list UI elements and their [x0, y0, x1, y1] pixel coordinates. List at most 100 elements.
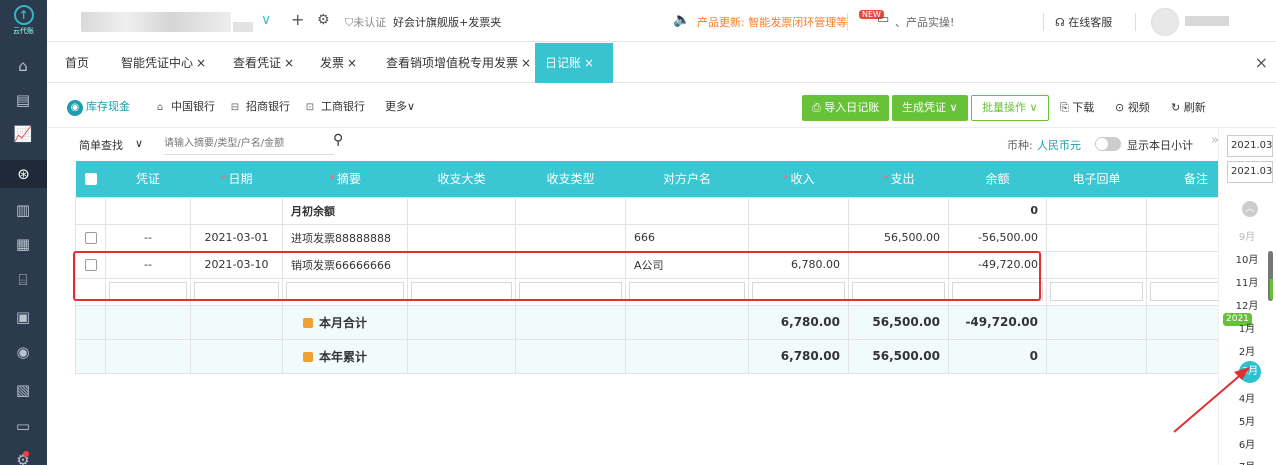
- user-name-blurred[interactable]: [1185, 16, 1229, 26]
- practice-link[interactable]: 、产品实操!: [895, 14, 954, 30]
- cell-receipt[interactable]: [1046, 250, 1147, 279]
- invoice-icon[interactable]: ▥: [11, 198, 35, 222]
- table-row[interactable]: -- 2021-03-01 进项发票88888888 666 56,500.00…: [75, 223, 1218, 252]
- sum-icon: [303, 318, 313, 328]
- month-item[interactable]: 10月: [1229, 251, 1265, 266]
- refresh-icon: ↻: [1171, 101, 1184, 114]
- report-chart-icon[interactable]: 📈: [11, 122, 35, 146]
- app-logo[interactable]: ↑ 云代账: [5, 5, 42, 39]
- download-button[interactable]: ⎘ 下载: [1060, 95, 1094, 121]
- account-cmb[interactable]: ⊟ 招商银行: [227, 95, 290, 119]
- account-icbc[interactable]: ⊡ 工商银行: [302, 95, 365, 119]
- tab-home[interactable]: 首页: [59, 43, 95, 83]
- logo-text: 云代账: [13, 27, 34, 35]
- cash-journal-icon[interactable]: ⊛: [0, 160, 47, 188]
- col-voucher: 凭证: [105, 161, 191, 197]
- unverified-label[interactable]: ⛉未认证: [345, 14, 386, 30]
- inbox-icon[interactable]: ▭: [11, 414, 35, 438]
- account-bank-of-china[interactable]: ⌂ 中国银行: [152, 95, 215, 119]
- cell-category[interactable]: [407, 223, 516, 252]
- cell-remark[interactable]: [1146, 223, 1218, 252]
- video-icon[interactable]: ▭: [877, 12, 889, 27]
- search-input[interactable]: [164, 133, 334, 155]
- chevron-down-icon[interactable]: ∨: [135, 137, 143, 150]
- refresh-button[interactable]: ↻ 刷新: [1171, 95, 1206, 121]
- row-checkbox[interactable]: [75, 223, 106, 252]
- avatar[interactable]: [1151, 8, 1179, 36]
- import-journal-button[interactable]: ⎙ 导入日记账: [802, 95, 890, 121]
- close-icon[interactable]: ×: [347, 56, 357, 70]
- tab-journal[interactable]: 日记账 ×: [535, 43, 613, 83]
- close-icon[interactable]: ×: [521, 56, 531, 70]
- close-icon[interactable]: ×: [584, 56, 594, 70]
- cell-type[interactable]: [515, 223, 626, 252]
- month-item[interactable]: 12月: [1229, 297, 1265, 312]
- required-marker: *: [882, 172, 889, 187]
- settings-icon[interactable]: ⚙: [11, 448, 35, 465]
- company-name-blurred[interactable]: [81, 12, 231, 32]
- gear-icon[interactable]: ⚙: [317, 12, 330, 28]
- cell-balance: -56,500.00: [948, 223, 1047, 252]
- tab-invoice[interactable]: 发票 ×: [314, 43, 363, 83]
- period-end-input[interactable]: 2021.03: [1227, 161, 1273, 183]
- show-daily-toggle[interactable]: [1095, 137, 1121, 151]
- page-tabs: 首页 智能凭证中心 × 查看凭证 × 发票 × 查看销项增值税专用发票 × 日记账 × ×: [47, 43, 1276, 83]
- headset-icon: ☊: [1055, 16, 1065, 29]
- receipt-input[interactable]: [1046, 277, 1147, 306]
- year-total-expense: 56,500.00: [848, 338, 949, 374]
- remark-input[interactable]: [1146, 277, 1218, 306]
- col-remark: 备注: [1146, 161, 1218, 197]
- divider: [847, 13, 848, 31]
- select-all-checkbox[interactable]: [75, 161, 106, 197]
- close-window-icon[interactable]: ×: [1255, 53, 1268, 72]
- account-cash[interactable]: ◉ 库存现金: [67, 95, 130, 119]
- cell-summary[interactable]: 进项发票88888888: [282, 223, 408, 252]
- cell-date[interactable]: 2021-03-01: [190, 223, 283, 252]
- voucher-icon[interactable]: ▤: [11, 88, 35, 112]
- cell-income[interactable]: [748, 223, 849, 252]
- search-mode-select[interactable]: 简单查找: [79, 137, 123, 153]
- col-date[interactable]: * 日期: [190, 161, 283, 197]
- cell-voucher[interactable]: --: [105, 223, 191, 252]
- more-accounts[interactable]: 更多∨: [385, 95, 415, 119]
- calculator-icon[interactable]: ▦: [11, 232, 35, 256]
- home-icon[interactable]: ⌂: [11, 54, 35, 78]
- table-header: 凭证 * 日期 * 摘要 收支大类 收支类型 对方户名 * 收入 * 支出 余额 电子回…: [75, 161, 1218, 197]
- tab-view-voucher[interactable]: 查看凭证 ×: [227, 43, 300, 83]
- cell-receipt[interactable]: [1046, 223, 1147, 252]
- month-item[interactable]: 7月: [1229, 458, 1265, 465]
- month-item[interactable]: 1月: [1229, 320, 1265, 335]
- highlight-annotation: [73, 251, 1041, 301]
- batch-operation-button[interactable]: 批量操作 ∨: [971, 95, 1049, 121]
- cell-counterparty[interactable]: 666: [625, 223, 749, 252]
- company-dropdown-icon[interactable]: ∨: [261, 12, 271, 28]
- month-item[interactable]: 2月: [1229, 343, 1265, 358]
- cell-remark[interactable]: [1146, 250, 1218, 279]
- coins-icon[interactable]: ◉: [11, 340, 35, 364]
- col-income[interactable]: * 收入: [748, 161, 849, 197]
- col-receipt: 电子回单: [1046, 161, 1147, 197]
- update-notice[interactable]: 产品更新: 智能发票闭环管理等: [697, 14, 847, 30]
- currency-value[interactable]: 人民币元: [1037, 137, 1081, 153]
- support-link[interactable]: ☊ 在线客服: [1055, 14, 1112, 30]
- tax-icon[interactable]: ▧: [11, 378, 35, 402]
- generate-voucher-button[interactable]: 生成凭证 ∨: [892, 95, 968, 121]
- search-icon[interactable]: ⚲: [333, 132, 343, 148]
- add-icon[interactable]: +: [291, 10, 304, 29]
- shop-icon[interactable]: ⌸: [11, 268, 35, 292]
- month-item[interactable]: 9月: [1229, 228, 1265, 243]
- scrollbar-thumb[interactable]: [1270, 279, 1273, 299]
- col-summary[interactable]: * 摘要: [282, 161, 408, 197]
- month-item[interactable]: 11月: [1229, 274, 1265, 289]
- tab-smart-voucher[interactable]: 智能凭证中心 ×: [115, 43, 212, 83]
- video-button[interactable]: ⊙ 视频: [1115, 95, 1150, 121]
- scroll-up-icon[interactable]: ︿: [1242, 201, 1258, 217]
- col-expense[interactable]: * 支出: [848, 161, 949, 197]
- close-icon[interactable]: ×: [196, 56, 206, 70]
- close-icon[interactable]: ×: [284, 56, 294, 70]
- inventory-icon[interactable]: ▣: [11, 305, 35, 329]
- tab-view-vat-invoice[interactable]: 查看销项增值税专用发票 ×: [380, 43, 537, 83]
- period-start-input[interactable]: 2021.03: [1227, 135, 1273, 157]
- edition-label: 好会计旗舰版+发票夹: [393, 16, 502, 29]
- cell-expense[interactable]: 56,500.00: [848, 223, 949, 252]
